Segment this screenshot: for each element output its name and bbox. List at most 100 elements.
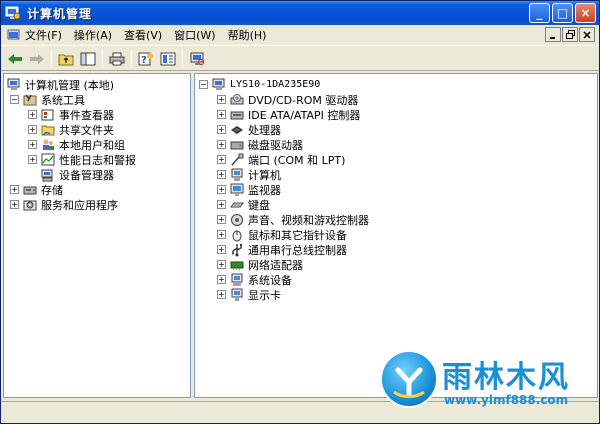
expand-toggle[interactable]: + [28, 110, 37, 119]
device-category[interactable]: + 端口 (COM 和 LPT) [217, 152, 345, 167]
expand-toggle[interactable]: + [217, 110, 226, 119]
expand-toggle[interactable]: + [217, 185, 226, 194]
expand-toggle[interactable]: + [217, 215, 226, 224]
child-minimize-button[interactable] [545, 27, 561, 42]
tree-item-root[interactable]: 计算机管理 (本地) [7, 77, 114, 92]
expand-toggle[interactable]: + [10, 200, 19, 209]
expand-toggle[interactable]: + [28, 155, 37, 164]
expand-toggle[interactable]: + [217, 140, 226, 149]
device-category[interactable]: + IDE ATA/ATAPI 控制器 [217, 107, 360, 122]
expand-toggle[interactable]: + [217, 125, 226, 134]
expand-toggle[interactable]: + [217, 170, 226, 179]
properties-button[interactable] [157, 48, 179, 70]
expand-toggle[interactable]: + [217, 260, 226, 269]
mmc-icon [7, 29, 20, 40]
device-tree-root-label: LYS10-1DA235E90 [230, 79, 321, 90]
expand-toggle[interactable]: + [217, 200, 226, 209]
forward-button[interactable] [26, 48, 48, 70]
tree-item-root-label: 计算机管理 (本地) [25, 78, 115, 92]
expand-toggle[interactable]: + [28, 125, 37, 134]
menu-bar: 文件(F) 操作(A) 查看(V) 窗口(W) 帮助(H) [1, 25, 599, 46]
back-arrow-icon [8, 53, 22, 64]
shared-folder-icon [41, 125, 55, 135]
collapse-toggle[interactable]: − [199, 80, 208, 89]
expand-toggle[interactable]: + [28, 140, 37, 149]
device-category[interactable]: + 监视器 [217, 182, 281, 197]
title-bar[interactable]: 计算机管理 _ □ × [1, 1, 599, 25]
device-tree-root[interactable]: − LYS10-1DA235E90 [199, 77, 320, 92]
show-hide-tree-button[interactable] [77, 48, 99, 70]
expand-toggle[interactable]: + [217, 155, 226, 164]
child-restore-button[interactable] [562, 27, 578, 42]
menu-window-label: 窗口(W) [174, 29, 216, 42]
up-one-level-button[interactable] [55, 48, 77, 70]
toolbar-separator [131, 49, 132, 68]
tree-item-shared-folders[interactable]: + 共享文件夹 [28, 122, 114, 137]
device-category[interactable]: + 键盘 [217, 197, 270, 212]
minimize-icon [550, 36, 555, 39]
expand-toggle[interactable]: + [217, 245, 226, 254]
expand-toggle[interactable]: + [10, 185, 19, 194]
menu-view[interactable]: 查看(V) [118, 26, 168, 45]
device-category[interactable]: + 计算机 [217, 167, 281, 182]
device-category-label: 网络适配器 [248, 258, 303, 272]
printer-icon [109, 52, 125, 65]
device-category-label: 鼠标和其它指针设备 [248, 228, 347, 242]
no-toggle [28, 170, 37, 179]
tree-item-storage[interactable]: + 存储 [10, 182, 63, 197]
processor-icon [231, 125, 243, 134]
expand-toggle[interactable]: + [217, 95, 226, 104]
tree-item-local-users-groups[interactable]: + 本地用户和组 [28, 137, 125, 152]
minimize-button[interactable]: _ [529, 3, 550, 23]
expand-toggle[interactable]: + [217, 275, 226, 284]
tree-item-system-tools[interactable]: − 系统工具 [10, 92, 85, 107]
device-category[interactable]: + 声音、视频和游戏控制器 [217, 212, 369, 227]
device-category-label: 通用串行总线控制器 [248, 243, 347, 257]
computer-icon [212, 78, 225, 90]
menu-view-label: 查看(V) [124, 29, 163, 42]
watermark: 雨林木风 www.ylmf888.com [380, 350, 600, 420]
console-tree-pane[interactable]: 计算机管理 (本地) − 系统工具 + 事件查看器 + 共享文件夹 + 本地用户… [3, 73, 191, 398]
device-category-label: 系统设备 [248, 273, 292, 287]
scan-hardware-button[interactable] [186, 48, 208, 70]
collapse-toggle[interactable]: − [10, 95, 19, 104]
tree-item-label: 存储 [41, 183, 63, 197]
device-category-label: IDE ATA/ATAPI 控制器 [248, 108, 361, 122]
expand-toggle[interactable]: + [217, 230, 226, 239]
tree-item-services-apps[interactable]: + 服务和应用程序 [10, 197, 118, 212]
print-button[interactable] [106, 48, 128, 70]
close-button[interactable]: × [575, 3, 596, 23]
tree-item-event-viewer[interactable]: + 事件查看器 [28, 107, 114, 122]
device-category[interactable]: + 通用串行总线控制器 [217, 242, 347, 257]
tree-item-label: 系统工具 [41, 93, 85, 107]
cdrom-icon [230, 93, 244, 104]
menu-action[interactable]: 操作(A) [68, 26, 118, 45]
toolbar: ? [1, 47, 599, 71]
child-close-button[interactable] [579, 27, 595, 42]
menu-file[interactable]: 文件(F) [1, 26, 68, 45]
tree-item-label: 共享文件夹 [59, 123, 114, 137]
tree-item-device-manager[interactable]: 设备管理器 [28, 166, 114, 183]
menu-window[interactable]: 窗口(W) [168, 26, 221, 45]
tree-item-performance-logs[interactable]: + 性能日志和警报 [28, 152, 136, 167]
tree-item-label: 性能日志和警报 [59, 153, 136, 167]
disk-drive-icon [230, 141, 244, 149]
device-category[interactable]: + 显示卡 [217, 287, 281, 302]
device-category-label: 处理器 [248, 123, 281, 137]
sound-icon [231, 213, 243, 226]
device-category[interactable]: + 鼠标和其它指针设备 [217, 227, 347, 242]
back-button[interactable] [4, 48, 26, 70]
toolbar-separator [182, 49, 183, 68]
maximize-button[interactable]: □ [552, 3, 573, 23]
device-category[interactable]: + 网络适配器 [217, 257, 303, 272]
device-category[interactable]: + 磁盘驱动器 [217, 137, 303, 152]
expand-toggle[interactable]: + [217, 290, 226, 299]
display-adapter-icon [231, 288, 243, 301]
device-category[interactable]: + 处理器 [217, 122, 281, 137]
device-category[interactable]: + 系统设备 [217, 272, 292, 287]
device-category[interactable]: + DVD/CD-ROM 驱动器 [217, 92, 358, 107]
tree-item-label: 设备管理器 [59, 166, 114, 183]
menu-help[interactable]: 帮助(H) [222, 26, 273, 45]
forward-arrow-icon [30, 53, 44, 64]
help-button[interactable]: ? [135, 48, 157, 70]
